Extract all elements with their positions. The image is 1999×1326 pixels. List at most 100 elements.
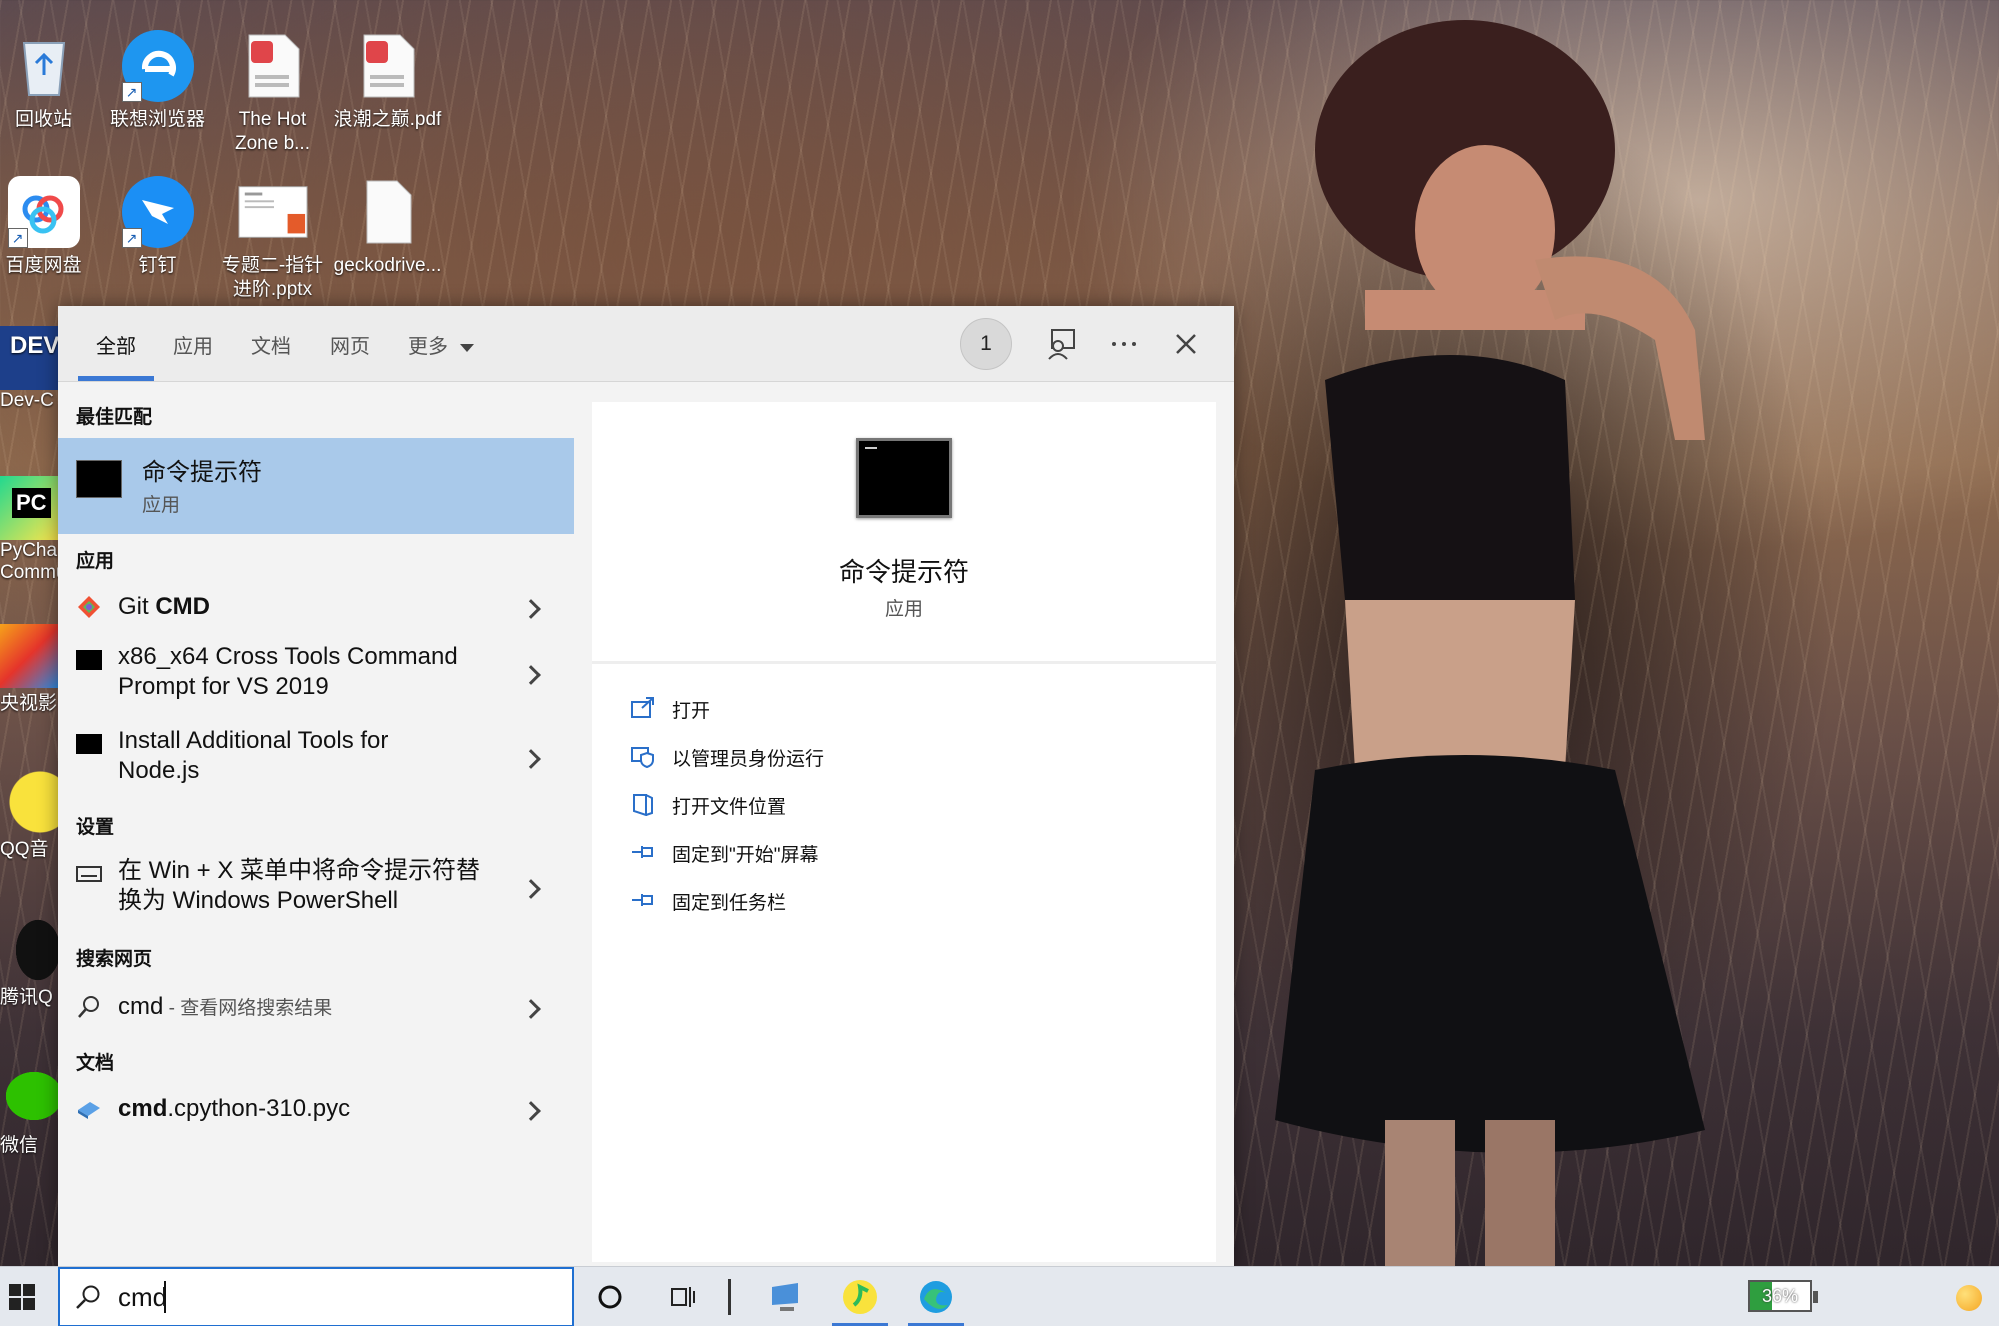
chevron-right-icon [521, 599, 541, 619]
search-panel: 全部 应用 文档 网页 更多 1 最佳匹配 命令提示符 应用 应用 Git CM… [58, 306, 1234, 1266]
active-tab-indicator [78, 376, 154, 381]
tab-apps[interactable]: 应用 [173, 330, 213, 359]
x86-cross-tools-label: x86_x64 Cross Tools Command Prompt for VS… [118, 643, 458, 700]
best-match-title: 命令提示符 [142, 459, 262, 486]
shortcut-arrow-icon: ↗ [121, 228, 142, 248]
shortcut-arrow-icon: ↗ [121, 82, 142, 102]
tab-more-label: 更多 [408, 336, 448, 358]
desktop-icon-geckodriver[interactable]: geckodrive... [330, 176, 445, 278]
rewards-badge-button[interactable]: 1 [960, 318, 1012, 370]
web-search-label: cmd - 查看网络搜索结果 [118, 993, 333, 1020]
pdf-file-icon [237, 30, 309, 102]
desktop-icon-wechat[interactable]: 微信 [0, 1066, 58, 1157]
shortcut-arrow-icon: ↗ [7, 228, 28, 248]
cmd-app-icon [76, 460, 122, 498]
pin-icon [632, 846, 653, 858]
close-icon[interactable] [1168, 326, 1204, 362]
qq-music-icon [0, 770, 58, 834]
results-list: 最佳匹配 命令提示符 应用 应用 Git CMD x86_x64 Cross T… [58, 382, 574, 1266]
desktop-icon-langchao-pdf[interactable]: 浪潮之巅.pdf [330, 30, 445, 132]
battery-cap [1813, 1291, 1818, 1303]
qq-music-icon[interactable] [840, 1277, 880, 1317]
dev-cpp-icon: DEV [0, 326, 58, 390]
lenovo-browser-icon: ↗ [121, 30, 194, 102]
pycharm-icon: PC [0, 476, 58, 540]
search-panel-tabbar: 全部 应用 文档 网页 更多 1 [58, 306, 1234, 382]
cctv-video-icon [0, 624, 58, 688]
battery-percent: 36% [1761, 1286, 1799, 1306]
desktop-icon-baidu-netdisk[interactable]: ↗ 百度网盘 [0, 176, 101, 278]
documents-heading: 文档 [76, 1053, 115, 1074]
more-options-icon[interactable] [1106, 326, 1142, 362]
taskbar-search-box[interactable]: cmd [58, 1267, 574, 1326]
tab-all[interactable]: 全部 [96, 330, 136, 359]
preview-pane: 命令提示符 应用 打开 以管理员身份运行 打开文件位置 固定到"开始"屏幕 固定… [592, 402, 1216, 1262]
desktop-icon-qq[interactable]: 腾讯Q [0, 918, 58, 1009]
tab-more[interactable]: 更多 [408, 330, 474, 359]
best-match-item[interactable]: 命令提示符 应用 [58, 438, 574, 534]
git-cmd-label: Git CMD [118, 593, 210, 620]
winx-powershell-label: 在 Win + X 菜单中将命令提示符替 换为 Windows PowerShel… [118, 857, 481, 914]
dingtalk-icon: ↗ [121, 176, 194, 248]
windows-start-icon[interactable] [8, 1283, 36, 1311]
file-icon [352, 176, 424, 248]
best-match-heading: 最佳匹配 [76, 407, 153, 428]
tab-web[interactable]: 网页 [330, 330, 370, 359]
apps-heading: 应用 [76, 551, 115, 572]
desktop-icon-cctv-video[interactable]: 央视影 [0, 624, 58, 715]
preview-title: 命令提示符 [838, 557, 969, 587]
git-icon [78, 596, 100, 618]
result-x86-cross-tools[interactable]: x86_x64 Cross Tools Command Prompt for VS… [58, 638, 574, 710]
pdf-file-icon [352, 30, 424, 102]
cmd-large-icon [856, 438, 952, 518]
result-install-node-tools[interactable]: Install Additional Tools for Node.js [58, 722, 574, 794]
desktop-icon-pptx[interactable]: 专题二-指针进阶.pptx [215, 176, 330, 302]
cmd-app-icon [76, 734, 102, 754]
search-input[interactable]: cmd [118, 1282, 167, 1313]
install-node-tools-label: Install Additional Tools for Node.js [118, 727, 389, 784]
desktop-icon-hot-zone-pdf[interactable]: The Hot Zone b... [215, 30, 330, 156]
baidu-netdisk-icon: ↗ [7, 176, 80, 248]
cpython-pyc-label: cmd.cpython-310.pyc [118, 1095, 351, 1122]
preview-subtitle: 应用 [884, 599, 923, 620]
wechat-icon [0, 1066, 58, 1130]
desktop-icon-qq-music[interactable]: QQ音 [0, 770, 58, 861]
tab-docs[interactable]: 文档 [251, 330, 291, 359]
wallpaper-figure [1275, 20, 1705, 1266]
python-file-icon [78, 1102, 100, 1119]
result-cpython-pyc[interactable]: cmd.cpython-310.pyc [58, 1084, 574, 1134]
result-winx-powershell-setting[interactable]: 在 Win + X 菜单中将命令提示符替 换为 Windows PowerShel… [58, 852, 574, 924]
result-git-cmd[interactable]: Git CMD [58, 582, 574, 632]
chevron-right-icon [521, 999, 541, 1019]
best-match-subtitle: 应用 [142, 495, 181, 516]
task-view-icon[interactable] [662, 1277, 702, 1317]
web-search-heading: 搜索网页 [76, 949, 153, 970]
search-icon [76, 1285, 100, 1309]
keyboard-settings-icon [76, 866, 102, 882]
folder-location-icon [633, 794, 653, 816]
open-icon [631, 697, 654, 718]
taskbar: cmd 36% [0, 1266, 1999, 1326]
desktop-icon-recycle-bin[interactable]: 回收站 [0, 30, 101, 132]
notification-dot-icon[interactable] [1956, 1285, 1982, 1311]
search-icon [78, 996, 99, 1018]
chevron-down-icon [459, 343, 474, 352]
taskbar-divider [728, 1279, 731, 1315]
pin-icon [632, 894, 653, 906]
chevron-right-icon [521, 879, 541, 899]
desktop-icon-dingtalk[interactable]: ↗ 钉钉 [100, 176, 215, 278]
feedback-icon[interactable] [1044, 326, 1080, 362]
result-web-search[interactable]: cmd - 查看网络搜索结果 [58, 982, 574, 1032]
desktop-icon-dev-cpp[interactable]: DEV Dev-C [0, 326, 58, 412]
text-caret [164, 1281, 166, 1313]
recycle-bin-icon [8, 30, 80, 102]
qq-icon [0, 918, 58, 982]
desktop-icon-pycharm[interactable]: PC PyCha Commu [0, 476, 58, 584]
battery-indicator[interactable]: 36% [1748, 1280, 1818, 1312]
desktop-icon-lenovo-browser[interactable]: ↗ 联想浏览器 [100, 30, 215, 132]
cortana-icon[interactable] [590, 1277, 630, 1317]
edge-browser-icon[interactable] [916, 1277, 956, 1317]
computer-icon[interactable] [766, 1277, 806, 1317]
chevron-right-icon [521, 749, 541, 769]
cmd-app-icon [76, 650, 102, 670]
